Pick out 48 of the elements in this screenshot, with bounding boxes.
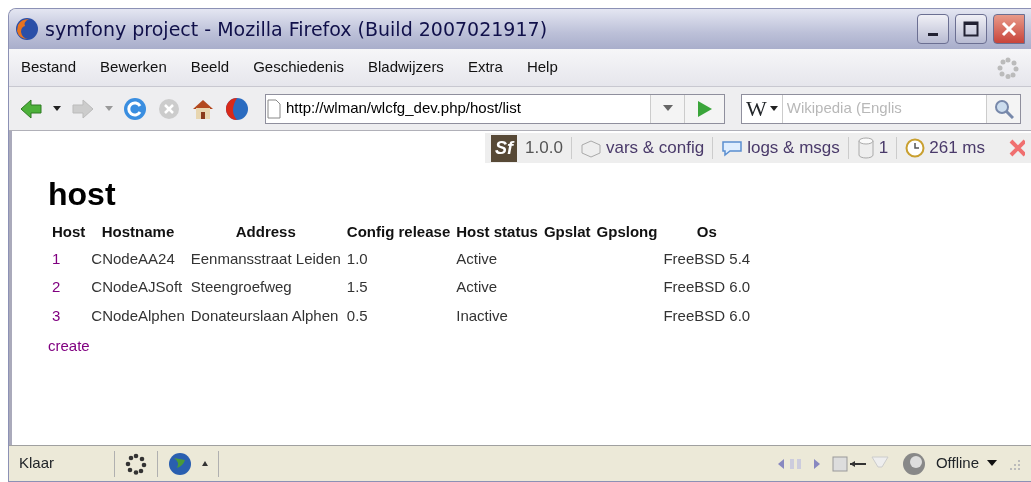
table-cell-text: Donateurslaan Alphen bbox=[189, 305, 340, 326]
version-text: 1.0.0 bbox=[525, 137, 563, 160]
row-link[interactable]: 2 bbox=[52, 278, 61, 296]
vars-config-link[interactable]: vars & config bbox=[579, 135, 705, 161]
search-engine-logo[interactable]: W bbox=[746, 97, 767, 120]
column-header: Host status bbox=[455, 222, 539, 243]
window-title: symfony project - Mozilla Firefox (Build 2007021917) bbox=[45, 16, 548, 42]
table-cell-text: Active bbox=[455, 248, 499, 269]
menu-item[interactable]: Beeld bbox=[190, 56, 230, 79]
status-text: Klaar bbox=[19, 453, 55, 474]
menu-item[interactable]: Bewerken bbox=[100, 56, 167, 79]
table-cell-text: 1.0 bbox=[345, 248, 369, 269]
timer-link[interactable]: 261 ms bbox=[905, 135, 985, 161]
page-heading: host bbox=[48, 175, 117, 214]
column-header: Gpslong bbox=[595, 222, 659, 243]
column-header: Hostname bbox=[100, 222, 176, 243]
table-cell-text: FreeBSD 6.0 bbox=[662, 277, 752, 298]
table-cell-text: FreeBSD 5.4 bbox=[662, 248, 752, 269]
menu-item[interactable]: Bestand bbox=[21, 56, 77, 79]
search-bar[interactable]: W Wikipedia (Englis bbox=[741, 93, 1021, 124]
offline-dropdown[interactable]: Offline bbox=[935, 452, 997, 475]
address-bar[interactable]: http://wlman/wlcfg_dev.php/host/list bbox=[265, 93, 725, 124]
create-link[interactable]: create bbox=[48, 335, 90, 358]
table-cell-text: 1.5 bbox=[345, 277, 369, 298]
symfony-logo: Sf bbox=[491, 134, 518, 162]
database-queries-link[interactable]: 1 bbox=[856, 135, 889, 161]
table-cell-text: Eenmansstraat Leiden bbox=[189, 248, 342, 269]
address-field[interactable]: http://wlman/wlcfg_dev.php/host/list bbox=[282, 97, 650, 120]
table-cell-text: FreeBSD 6.0 bbox=[662, 305, 752, 326]
column-header: Os bbox=[695, 222, 718, 243]
menu-item[interactable]: Bladwijzers bbox=[368, 56, 444, 79]
row-link[interactable]: 3 bbox=[52, 306, 61, 324]
table-cell-text: CNodeAlphen bbox=[90, 305, 186, 326]
menu-item[interactable]: Geschiedenis bbox=[253, 56, 344, 79]
table-cell-text: Active bbox=[455, 277, 499, 298]
column-header: Address bbox=[234, 222, 297, 243]
table-cell-text: 0.5 bbox=[345, 305, 369, 326]
table-cell-text: Inactive bbox=[455, 305, 509, 326]
menu-item[interactable]: Extra bbox=[467, 56, 503, 79]
column-header: Host bbox=[51, 222, 87, 243]
menu-item[interactable]: Help bbox=[526, 56, 558, 79]
table-cell-text: CNodeAA24 bbox=[90, 248, 176, 269]
table-cell-text: CNodeAJSoft bbox=[90, 277, 184, 298]
row-link[interactable]: 1 bbox=[52, 249, 61, 267]
table-cell-text: Steengroefweg bbox=[189, 277, 293, 298]
column-header: Config release bbox=[345, 222, 452, 243]
logs-messages-link[interactable]: logs & msgs bbox=[721, 135, 840, 161]
column-header: Gpslat bbox=[542, 222, 592, 243]
